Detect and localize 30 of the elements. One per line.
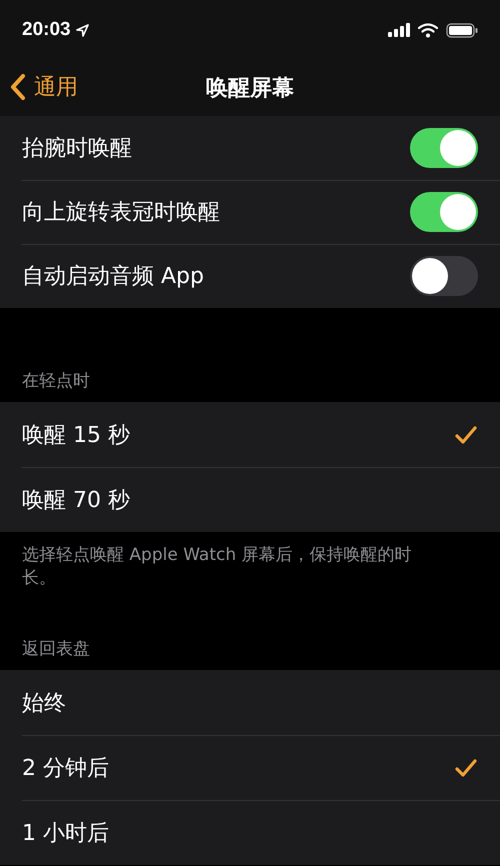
page-title: 唤醒屏幕 xyxy=(206,75,294,103)
row-label: 2 分钟后 xyxy=(22,754,109,782)
wifi-icon xyxy=(418,22,438,38)
option-row[interactable]: 始终 xyxy=(0,670,500,735)
section-header: 返回表盘 xyxy=(22,638,90,660)
battery-icon xyxy=(446,22,478,38)
row-label: 向上旋转表冠时唤醒 xyxy=(22,199,220,227)
back-button[interactable]: 通用 xyxy=(10,72,78,102)
status-time: 20:03 xyxy=(22,19,71,41)
chevron-left-icon xyxy=(10,73,26,101)
row-label: 始终 xyxy=(22,690,66,718)
location-arrow-icon xyxy=(76,24,89,36)
option-row[interactable]: 唤醒 15 秒 xyxy=(0,402,500,467)
row-label: 唤醒 70 秒 xyxy=(22,486,130,514)
section-header: 在轻点时 xyxy=(22,370,90,392)
toggle-row[interactable]: 向上旋转表冠时唤醒 xyxy=(0,180,500,244)
toggle-switch[interactable] xyxy=(410,128,478,168)
toggle-switch[interactable] xyxy=(410,192,478,232)
option-row[interactable]: 2 分钟后 xyxy=(0,735,500,800)
toggle-switch[interactable] xyxy=(410,256,478,296)
section-footer: 选择轻点唤醒 Apple Watch 屏幕后，保持唤醒的时长。 xyxy=(22,544,428,590)
toggle-row[interactable]: 自动启动音频 App xyxy=(0,244,500,308)
row-label: 自动启动音频 App xyxy=(22,263,204,291)
signal-icon xyxy=(388,23,410,37)
row-label: 唤醒 15 秒 xyxy=(22,422,130,450)
option-row[interactable]: 唤醒 70 秒 xyxy=(0,467,500,532)
option-row[interactable]: 1 小时后 xyxy=(0,800,500,865)
row-label: 1 小时后 xyxy=(22,820,109,848)
toggle-row[interactable]: 抬腕时唤醒 xyxy=(0,116,500,180)
row-label: 抬腕时唤醒 xyxy=(22,135,132,163)
